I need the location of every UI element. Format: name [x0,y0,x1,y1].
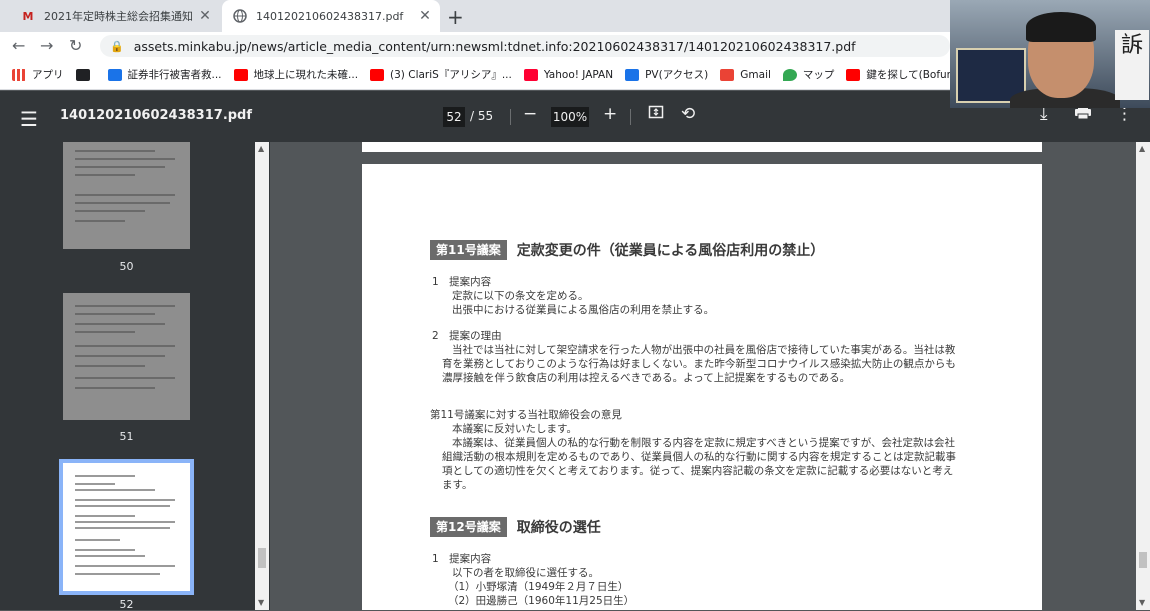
scrollbar-thumb[interactable] [1139,552,1147,568]
doc-line: 項としての適切性を欠くと考えております。従って、提案内容記載の条文を定款に記載す… [442,465,954,477]
viewer-scrollbar[interactable]: ▲ ▼ [1136,142,1150,610]
doc-line: 第11号議案に対する当社取締役会の意見 [430,409,622,421]
agenda-title: 定款変更の件（従業員による風俗店利用の禁止） [516,243,825,259]
rotate-icon[interactable]: ⟲ [681,104,695,124]
blue-square-icon [107,68,122,81]
reload-icon[interactable]: ↻ [69,36,82,55]
youtube-icon [370,68,385,81]
maps-icon [782,68,797,81]
agenda-heading: 第11号議案 定款変更の件（従業員による風俗店利用の禁止） [430,240,824,260]
doc-line: 組織活動の根本規則を定めるものであり、従業員個人の私的な行動に関する内容を規定す… [442,451,956,463]
scroll-up-arrow-icon[interactable]: ▲ [258,144,264,153]
doc-line: ます。 [442,479,473,491]
bookmark-item[interactable]: Yahoo! JAPAN [523,68,613,81]
tab-title: 140120210602438317.pdf [256,9,404,23]
bookmark-item[interactable] [75,68,96,81]
agenda-heading: 第12号議案 取締役の選任 [430,517,601,537]
doc-line: 出張中における従業員による風俗店の利用を禁止する。 [452,304,715,316]
zoom-in-icon[interactable]: + [603,104,617,124]
page-thumbnail-51[interactable] [63,293,190,420]
zoom-input[interactable]: 100% [551,107,589,127]
bookmark-apps[interactable]: アプリ [12,67,64,82]
pdf-title: 140120210602438317.pdf [60,108,253,123]
doc-line: 本議案に反対いたします。 [452,423,577,435]
sign-card: 訴 [1115,30,1149,100]
doc-line: 濃厚接触を伴う飲食店の利用は控えるべきである。よって上記提案をするものである。 [442,372,851,384]
fit-page-icon[interactable] [648,104,664,125]
webcam-overlay: 訴 [950,0,1150,108]
globe-icon [232,8,248,24]
scroll-down-arrow-icon[interactable]: ▼ [258,598,264,607]
doc-line: （2）田邊勝己（1960年11月25日生） [448,595,635,607]
tab-title: 2021年定時株主総会招集通知 投 [44,10,196,23]
pdf-viewer: 第11号議案 定款変更の件（従業員による風俗店利用の禁止） 1 提案内容 定款に… [270,142,1136,610]
close-tab-icon[interactable]: ✕ [416,8,434,24]
bookmark-item[interactable]: PV(アクセス) [625,67,708,82]
bookmark-item[interactable]: (3) ClariS『アリシア』... [370,67,512,82]
doc-line: 1 提案内容 [432,553,492,565]
bookmark-item[interactable]: 証券非行被害者救... [107,67,222,82]
pdf-page-52: 第11号議案 定款変更の件（従業員による風俗店利用の禁止） 1 提案内容 定款に… [362,164,1042,610]
person-hair [1026,12,1096,42]
previous-page-edge [362,142,1042,152]
bookmark-item[interactable]: マップ [782,67,834,82]
doc-line: 2 提案の理由 [432,330,502,342]
blue-square-icon [625,68,640,81]
divider [630,109,631,125]
page-thumbnail-50[interactable] [63,142,190,249]
forward-arrow-icon[interactable]: → [40,36,53,55]
youtube-icon [846,68,861,81]
back-arrow-icon[interactable]: ← [12,36,25,55]
thumbnail-label: 51 [119,430,134,443]
page-number-input[interactable]: 52 [443,107,465,127]
tab-2-active[interactable]: 140120210602438317.pdf ✕ [222,0,440,32]
tab-1[interactable]: M 2021年定時株主総会招集通知 投 ✕ [10,0,220,32]
doc-line: 1 提案内容 [432,276,492,288]
hamburger-menu-icon[interactable]: ☰ [20,107,38,131]
youtube-icon [233,68,248,81]
bookmark-item[interactable]: 地球上に現れた未確... [233,67,358,82]
address-bar[interactable]: 🔒 assets.minkabu.jp/news/article_media_c… [100,35,950,57]
scroll-down-arrow-icon[interactable]: ▼ [1139,598,1145,607]
doc-line: 以下の者を取締役に選任する。 [452,567,599,579]
scrollbar-thumb[interactable] [258,548,266,568]
lock-icon: 🔒 [110,39,124,53]
yahoo-icon [523,68,538,81]
doc-line: 本議案は、従業員個人の私的な行動を制限する内容を定款に規定すべきという提案ですが… [452,437,956,449]
agenda-tag: 第11号議案 [430,240,507,260]
bookmark-icon [75,68,90,81]
thumbnail-sidebar: 50 51 52 [0,142,270,611]
thumbnail-label: 50 [119,260,134,273]
url-text: assets.minkabu.jp/news/article_media_con… [133,38,856,54]
thumbnail-label: 52 [119,598,134,611]
gmail-icon [720,68,735,81]
doc-line: 育を業務としておりこのような行為は好ましくない。また昨今新型コロナウイルス感染拡… [442,358,956,370]
doc-line: 定款に以下の条文を定める。 [452,290,589,302]
agenda-tag: 第12号議案 [430,517,507,537]
doc-line: 当社では当社に対して架空請求を行った人物が出張中の社員を風俗店で接待していた事実… [452,344,956,356]
close-tab-icon[interactable]: ✕ [196,8,214,24]
doc-line: （1）小野塚清（1949年２月７日生） [448,581,629,593]
divider [510,109,511,125]
sidebar-scrollbar[interactable]: ▲ ▼ [255,142,269,610]
zoom-out-icon[interactable]: − [523,104,537,124]
minkabu-favicon-icon: M [22,9,34,23]
new-tab-button[interactable]: + [447,5,464,29]
page-thumbnail-52-selected[interactable] [59,459,194,595]
scroll-up-arrow-icon[interactable]: ▲ [1139,144,1145,153]
bookmark-item[interactable]: Gmail [720,68,771,81]
agenda-title: 取締役の選任 [516,520,601,536]
apps-icon [12,68,26,81]
page-total: / 55 [470,109,494,123]
